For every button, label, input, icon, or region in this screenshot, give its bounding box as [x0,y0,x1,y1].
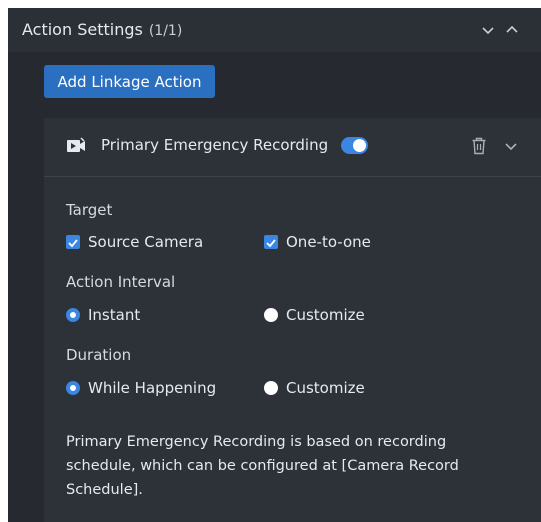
duration-while-happening-radio[interactable]: While Happening [66,379,231,399]
check-icon [68,239,78,248]
option-label: One-to-one [286,233,371,251]
trash-icon[interactable] [471,137,487,155]
section-count: (1/1) [148,23,183,39]
recording-camera-icon [67,137,85,152]
one-to-one-checkbox[interactable]: One-to-one [264,233,394,253]
option-label: Customize [286,379,365,397]
option-label: Instant [88,306,141,324]
source-camera-checkbox[interactable]: Source Camera [66,233,216,253]
recording-schedule-note: Primary Emergency Recording is based on … [66,434,459,498]
interval-customize-radio[interactable]: Customize [264,306,384,326]
radio-unselected [264,308,278,322]
section-header[interactable]: Action Settings (1/1) [8,8,541,52]
radio-unselected [264,381,278,395]
action-enable-toggle[interactable] [341,137,368,154]
action-title: Primary Emergency Recording [101,136,329,154]
chevron-up-icon[interactable] [504,22,520,38]
duration-customize-radio[interactable]: Customize [264,379,384,399]
add-linkage-action-button[interactable]: Add Linkage Action [44,65,215,98]
option-label: Source Camera [88,233,204,251]
radio-selected [66,308,80,322]
linkage-action-card: Primary Emergency Recording Target Sourc [44,118,541,522]
section-title-text: Action Settings [22,20,143,39]
chevron-down-icon[interactable] [504,139,518,153]
option-label: Customize [286,306,365,324]
section-title: Action Settings (1/1) [22,20,182,39]
chevron-down-icon[interactable] [480,22,496,38]
linkage-action-header[interactable]: Primary Emergency Recording [44,118,541,177]
target-label: Target [66,201,113,219]
radio-selected [66,381,80,395]
checkbox-checked [66,235,80,249]
duration-label: Duration [66,346,132,364]
interval-instant-radio[interactable]: Instant [66,306,176,326]
toggle-knob [353,139,366,152]
checkbox-checked [264,235,278,249]
option-label: While Happening [88,379,217,397]
action-settings-panel: Action Settings (1/1) Add Linkage Action … [8,8,541,522]
action-interval-label: Action Interval [66,273,176,291]
check-icon [266,239,276,248]
